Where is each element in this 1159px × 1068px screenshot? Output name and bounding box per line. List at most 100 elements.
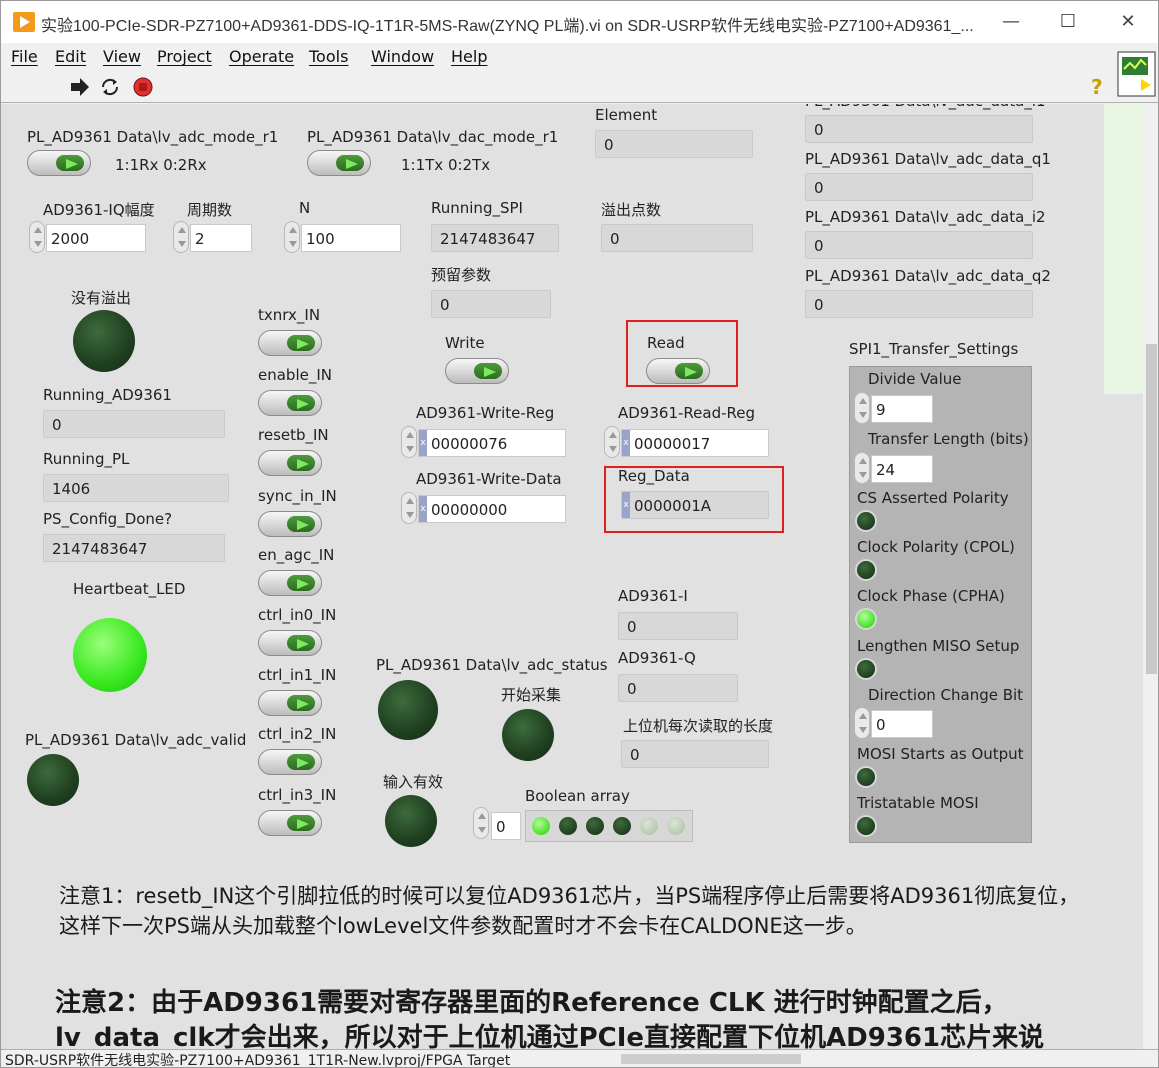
direction-change-spinner[interactable] xyxy=(854,707,870,739)
adc-data-label-2: PL_AD9361 Data\lv_adc_data_i2 xyxy=(805,208,1046,226)
lengthen-miso-label: Lengthen MISO Setup xyxy=(857,637,1020,655)
lengthen-miso-led[interactable] xyxy=(857,660,875,678)
menu-help[interactable]: Help xyxy=(451,47,487,66)
transfer-length-spinner[interactable] xyxy=(854,452,870,484)
switch-ctrl-in2-in[interactable] xyxy=(258,749,322,775)
menu-window[interactable]: Window xyxy=(371,47,434,66)
bool-array-label: Boolean array xyxy=(525,787,630,805)
adc-mode-switch[interactable] xyxy=(27,150,91,176)
bool-array-led-3[interactable] xyxy=(613,817,631,835)
labview-vi-icon xyxy=(13,12,35,32)
periods-spinner[interactable] xyxy=(173,221,189,253)
write-reg-input[interactable]: 00000076 xyxy=(418,429,566,457)
vi-connector-icon xyxy=(1117,51,1156,97)
menu-edit[interactable]: Edit xyxy=(55,47,86,66)
menu-file[interactable]: File xyxy=(11,47,38,66)
write-switch[interactable] xyxy=(445,358,509,384)
divide-value-spinner[interactable] xyxy=(854,392,870,424)
running-ad9361-indicator: 0 xyxy=(43,410,225,438)
periods-input[interactable]: 2 xyxy=(190,224,252,252)
menu-view[interactable]: View xyxy=(103,47,141,66)
start-capture-led xyxy=(497,704,559,766)
maximize-button[interactable]: ☐ xyxy=(1038,1,1098,43)
cs-polarity-led[interactable] xyxy=(857,512,875,530)
switch-sync-in-in[interactable] xyxy=(258,511,322,537)
bool-array-led-2[interactable] xyxy=(586,817,604,835)
tristate-mosi-label: Tristatable MOSI xyxy=(857,794,979,812)
switch-ctrl-in1-in[interactable] xyxy=(258,690,322,716)
run-arrow-icon[interactable] xyxy=(69,77,91,97)
menu-project[interactable]: Project xyxy=(157,47,212,66)
vertical-scroll-thumb[interactable] xyxy=(1146,344,1157,674)
read-reg-input[interactable]: 00000017 xyxy=(621,429,769,457)
abort-stop-icon[interactable] xyxy=(133,77,153,97)
run-continuously-icon[interactable] xyxy=(99,76,121,98)
divide-value-input[interactable]: 9 xyxy=(871,395,933,423)
toolbar: ? xyxy=(1,51,1158,103)
switch-ctrl-in0-in[interactable] xyxy=(258,630,322,656)
ad9361-i-indicator: 0 xyxy=(618,612,738,640)
write-reg-spinner[interactable] xyxy=(401,426,417,458)
bool-array-led-0[interactable] xyxy=(532,817,550,835)
context-help-icon[interactable]: ? xyxy=(1087,75,1109,99)
close-button[interactable]: ✕ xyxy=(1098,1,1158,43)
read-switch[interactable] xyxy=(646,358,710,384)
switch-label-resetb-in: resetb_IN xyxy=(258,426,329,444)
cpol-led[interactable] xyxy=(857,561,875,579)
n-spinner[interactable] xyxy=(284,221,300,253)
element-indicator: 0 xyxy=(595,130,753,158)
switch-resetb-in[interactable] xyxy=(258,450,322,476)
status-bar: SDR-USRP软件无线电实验-PZ7100+AD9361_1T1R-New.l… xyxy=(1,1049,1158,1067)
heartbeat-led xyxy=(68,613,152,697)
bool-array-index-spinner[interactable] xyxy=(473,807,489,839)
switch-en-agc-in[interactable] xyxy=(258,570,322,596)
front-panel: PL_AD9361 Data\lv_adc_mode_r1 1:1Rx 0:2R… xyxy=(1,104,1143,1049)
switch-enable-in[interactable] xyxy=(258,390,322,416)
horizontal-scroll-thumb[interactable] xyxy=(621,1054,801,1064)
n-input[interactable]: 100 xyxy=(301,224,401,252)
read-reg-spinner[interactable] xyxy=(604,426,620,458)
cpha-led[interactable] xyxy=(857,610,875,628)
svg-text:?: ? xyxy=(1091,75,1103,99)
switch-label-en-agc-in: en_agc_IN xyxy=(258,546,335,564)
bool-array-led-4[interactable] xyxy=(640,817,658,835)
minimize-button[interactable]: — xyxy=(981,1,1041,43)
adc-mode-hint: 1:1Rx 0:2Rx xyxy=(115,156,207,174)
bool-array-index-input[interactable]: 0 xyxy=(491,812,521,840)
iq-amp-input[interactable]: 2000 xyxy=(46,224,146,252)
menu-operate[interactable]: Operate xyxy=(229,47,294,66)
adc-mode-label: PL_AD9361 Data\lv_adc_mode_r1 xyxy=(27,128,279,146)
adc-data-indicator-0: 0 xyxy=(805,115,1033,143)
read-length-label: 上位机每次读取的长度 xyxy=(623,717,774,735)
switch-ctrl-in3-in[interactable] xyxy=(258,810,322,836)
mosi-output-led[interactable] xyxy=(857,768,875,786)
iq-amp-label: AD9361-IQ幅度 xyxy=(43,201,155,219)
n-label: N xyxy=(299,199,311,217)
direction-change-input[interactable]: 0 xyxy=(871,710,933,738)
cs-polarity-label: CS Asserted Polarity xyxy=(857,489,1009,507)
write-data-input[interactable]: 00000000 xyxy=(418,495,566,523)
note2-line2: lv_data_clk才会出来，所以对于上位机通过PCIe直接配置下位机AD93… xyxy=(55,1023,1045,1049)
bool-array-led-5[interactable] xyxy=(667,817,685,835)
dac-mode-switch[interactable] xyxy=(307,150,371,176)
transfer-length-label: Transfer Length (bits) xyxy=(868,430,1029,448)
menu-tools[interactable]: Tools xyxy=(309,47,348,66)
ps-config-label: PS_Config_Done? xyxy=(43,510,173,528)
bool-array-led-1[interactable] xyxy=(559,817,577,835)
ad9361-q-indicator: 0 xyxy=(618,674,738,702)
ps-config-indicator: 2147483647 xyxy=(43,534,225,562)
transfer-length-input[interactable]: 24 xyxy=(871,455,933,483)
switch-txnrx-in[interactable] xyxy=(258,330,322,356)
cpol-label: Clock Polarity (CPOL) xyxy=(857,538,1015,556)
tristate-mosi-led[interactable] xyxy=(857,817,875,835)
adc-valid-label: PL_AD9361 Data\lv_adc_valid xyxy=(25,731,247,749)
vertical-scrollbar[interactable] xyxy=(1143,104,1158,1049)
iq-amp-spinner[interactable] xyxy=(29,221,45,253)
adc-status-label: PL_AD9361 Data\lv_adc_status xyxy=(376,656,608,674)
note2-line1: 注意2：由于AD9361需要对寄存器里面的Reference CLK 进行时钟配… xyxy=(55,988,1008,1018)
read-length-indicator: 0 xyxy=(621,740,769,768)
ad9361-q-label: AD9361-Q xyxy=(618,649,696,667)
dac-mode-label: PL_AD9361 Data\lv_dac_mode_r1 xyxy=(307,128,559,146)
write-data-spinner[interactable] xyxy=(401,492,417,524)
input-valid-led xyxy=(380,790,442,852)
